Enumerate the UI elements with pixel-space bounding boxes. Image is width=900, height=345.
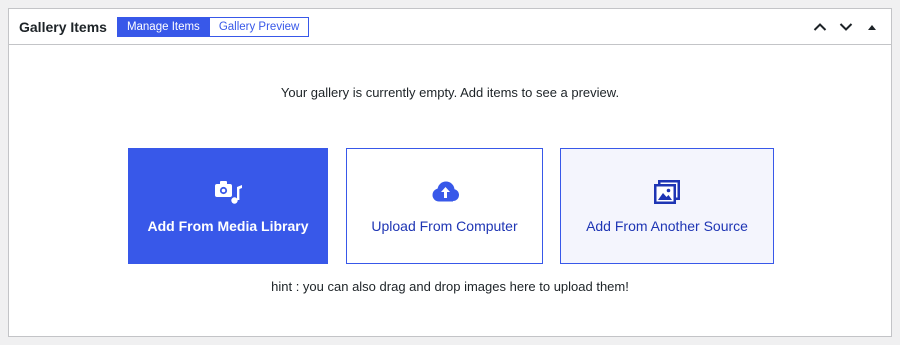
panel-body: Your gallery is currently empty. Add ite…: [9, 45, 891, 337]
chevron-up-icon: [813, 22, 827, 31]
upload-from-computer-label: Upload From Computer: [371, 218, 518, 234]
add-from-media-library-label: Add From Media Library: [147, 218, 309, 234]
tab-manage-items[interactable]: Manage Items: [116, 16, 210, 37]
gallery-items-panel: Gallery Items Manage Items Gallery Previ…: [8, 8, 892, 337]
panel-header-controls: [807, 9, 885, 44]
move-up-button[interactable]: [807, 14, 833, 40]
toggle-panel-button[interactable]: [859, 14, 885, 40]
upload-from-computer-button[interactable]: Upload From Computer: [346, 148, 543, 264]
tab-gallery-preview[interactable]: Gallery Preview: [209, 16, 310, 37]
empty-gallery-message: Your gallery is currently empty. Add ite…: [280, 85, 620, 100]
images-stack-icon: [652, 178, 682, 206]
chevron-down-icon: [839, 22, 853, 31]
add-from-another-source-label: Add From Another Source: [586, 218, 748, 234]
add-from-media-library-button[interactable]: Add From Media Library: [128, 148, 328, 264]
cloud-upload-icon: [430, 178, 460, 206]
media-library-icon: [213, 178, 243, 206]
drag-drop-hint: hint : you can also drag and drop images…: [271, 279, 629, 294]
panel-header: Gallery Items Manage Items Gallery Previ…: [9, 9, 891, 45]
panel-title: Gallery Items: [19, 18, 107, 35]
move-down-button[interactable]: [833, 14, 859, 40]
panel-tabs: Manage Items Gallery Preview: [116, 16, 310, 37]
triangle-up-icon: [868, 24, 876, 30]
add-from-another-source-button[interactable]: Add From Another Source: [560, 148, 774, 264]
